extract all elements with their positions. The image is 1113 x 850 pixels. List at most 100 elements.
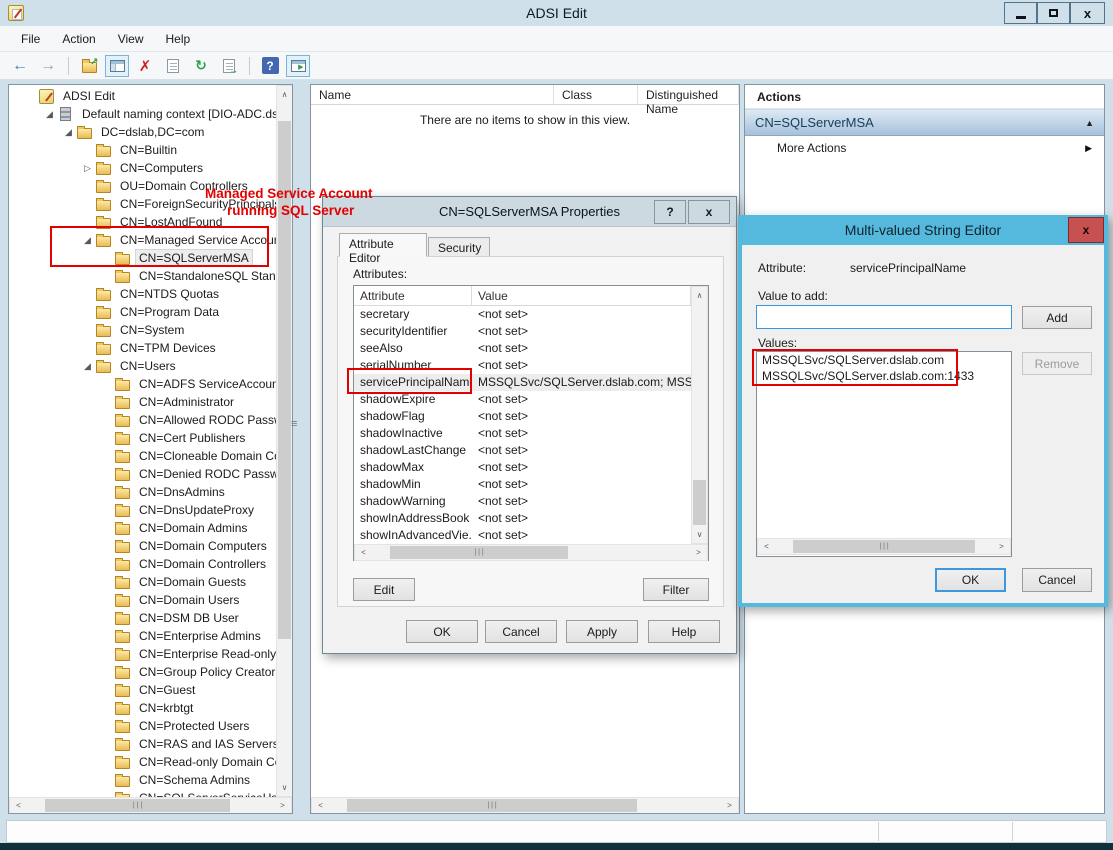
show-action-pane-button[interactable] [286,55,310,77]
scroll-track[interactable] [372,545,690,560]
expanded-icon[interactable]: ◢ [79,361,96,372]
tree-item[interactable]: ◢Default naming context [DIO-ADC.dslab.c… [10,105,276,123]
attribute-row[interactable]: shadowInactive<not set> [354,425,691,442]
tree-item[interactable]: CN=Schema Admins [10,771,276,789]
attribute-row[interactable]: shadowMin<not set> [354,476,691,493]
column-header-name[interactable]: Name [311,85,554,105]
attribute-row[interactable]: shadowExpire<not set> [354,391,691,408]
attribute-row[interactable]: serialNumber<not set> [354,357,691,374]
tree-item[interactable]: ◢CN=Managed Service Accounts [10,231,276,249]
scroll-up-button[interactable]: ∧ [692,287,707,304]
attribute-row[interactable]: showInAddressBook<not set> [354,510,691,527]
tree-item[interactable]: CN=Enterprise Read-only Domain [10,645,276,663]
tree-item[interactable]: ADSI Edit [10,87,276,105]
attribute-row[interactable]: shadowMax<not set> [354,459,691,476]
tree-item[interactable]: CN=RAS and IAS Servers [10,735,276,753]
scroll-right-button[interactable]: > [274,798,291,813]
attribute-row[interactable]: secretary<not set> [354,306,691,323]
edit-button[interactable]: Edit [353,578,415,601]
show-console-tree-button[interactable] [105,55,129,77]
tree-item[interactable]: CN=System [10,321,276,339]
title-bar[interactable]: ADSI Edit x [0,0,1113,26]
attribute-row[interactable]: securityIdentifier<not set> [354,323,691,340]
expanded-icon[interactable]: ◢ [60,127,77,138]
scroll-right-button[interactable]: > [690,545,707,560]
scroll-track[interactable] [775,539,993,554]
values-horizontal-scrollbar[interactable]: <> [757,538,1011,555]
properties-button[interactable] [161,55,185,77]
menu-action[interactable]: Action [51,28,106,50]
scroll-left-button[interactable]: < [312,798,329,813]
attribute-row[interactable]: shadowFlag<not set> [354,408,691,425]
tree-item[interactable]: CN=DnsAdmins [10,483,276,501]
value-item[interactable]: MSSQLSvc/SQLServer.dslab.com:1433 [757,368,1011,384]
add-button[interactable]: Add [1022,306,1092,329]
scroll-track[interactable] [329,798,721,813]
tree-item[interactable]: CN=Group Policy Creator Owners [10,663,276,681]
tree-item[interactable]: CN=Denied RODC Password Repli [10,465,276,483]
scroll-left-button[interactable]: < [758,539,775,554]
menu-file[interactable]: File [10,28,51,50]
attribute-row[interactable]: showInAdvancedVie...<not set> [354,527,691,544]
tree-item[interactable]: CN=ADFS ServiceAccount [10,375,276,393]
mvse-cancel-button[interactable]: Cancel [1022,568,1092,592]
attr-horizontal-scrollbar[interactable]: <> [354,544,708,561]
collapse-group-icon[interactable]: ▲ [1085,118,1094,128]
help-button-dialog[interactable]: Help [648,620,720,643]
mvse-close-button[interactable]: x [1068,217,1104,243]
more-actions-item[interactable]: More Actions ▶ [745,137,1104,159]
tree-item[interactable]: CN=SQLServerMSA [10,249,276,267]
attribute-row[interactable]: seeAlso<not set> [354,340,691,357]
tree-item[interactable]: CN=krbtgt [10,699,276,717]
menu-view[interactable]: View [107,28,155,50]
collapsed-icon[interactable]: ▷ [79,163,96,174]
attribute-row[interactable]: shadowWarning<not set> [354,493,691,510]
expanded-icon[interactable]: ◢ [41,109,58,120]
tree-item[interactable]: CN=DSM DB User [10,609,276,627]
back-button[interactable]: ← [8,55,32,77]
remove-button[interactable]: Remove [1022,352,1092,375]
tree-item[interactable]: CN=Builtin [10,141,276,159]
tree-item[interactable]: CN=SQLServerServiceUser [10,789,276,797]
attr-column-header-value[interactable]: Value [472,286,691,306]
scroll-thumb[interactable] [45,799,230,812]
scroll-track[interactable] [27,798,274,813]
forward-button[interactable]: → [36,55,60,77]
dialog-help-button[interactable]: ? [654,200,686,224]
mvse-ok-button[interactable]: OK [935,568,1006,592]
list-horizontal-scrollbar[interactable]: <> [311,797,739,814]
attribute-row[interactable]: shadowLastChange<not set> [354,442,691,459]
tree-item[interactable]: CN=Cloneable Domain Controller [10,447,276,465]
minimize-button[interactable] [1004,2,1037,24]
tree-item[interactable]: ◢DC=dslab,DC=com [10,123,276,141]
close-button[interactable]: x [1070,2,1105,24]
scroll-thumb[interactable] [693,480,706,525]
tree-item[interactable]: CN=Domain Guests [10,573,276,591]
column-header-class[interactable]: Class [554,85,638,105]
delete-button[interactable]: ✗ [133,55,157,77]
tree-item[interactable]: ▷CN=Computers [10,159,276,177]
menu-help[interactable]: Help [155,28,202,50]
dialog-close-button[interactable]: x [688,200,730,224]
ok-button[interactable]: OK [406,620,478,643]
tree-item[interactable]: ◢CN=Users [10,357,276,375]
scroll-right-button[interactable]: > [721,798,738,813]
value-to-add-input[interactable] [756,305,1012,329]
scroll-up-button[interactable]: ∧ [277,86,292,103]
scroll-down-button[interactable]: ∨ [692,526,707,543]
tab-attribute-editor[interactable]: Attribute Editor [339,233,427,257]
pane-splitter-grip[interactable]: ≡ [291,418,297,430]
tree-item[interactable]: CN=TPM Devices [10,339,276,357]
tree-item[interactable]: CN=Cert Publishers [10,429,276,447]
tree-item[interactable]: CN=Guest [10,681,276,699]
tab-security[interactable]: Security [428,237,490,257]
tree-item[interactable]: CN=Domain Admins [10,519,276,537]
column-header-distinguished-name[interactable]: Distinguished Name [638,85,739,105]
apply-button[interactable]: Apply [566,620,638,643]
attribute-row[interactable]: servicePrincipalNameMSSQLSvc/SQLServer.d… [354,374,691,391]
tree-horizontal-scrollbar[interactable]: <> [9,797,292,814]
scroll-left-button[interactable]: < [10,798,27,813]
scroll-thumb[interactable] [347,799,637,812]
maximize-button[interactable] [1037,2,1070,24]
tree-item[interactable]: CN=Allowed RODC Password Rep [10,411,276,429]
